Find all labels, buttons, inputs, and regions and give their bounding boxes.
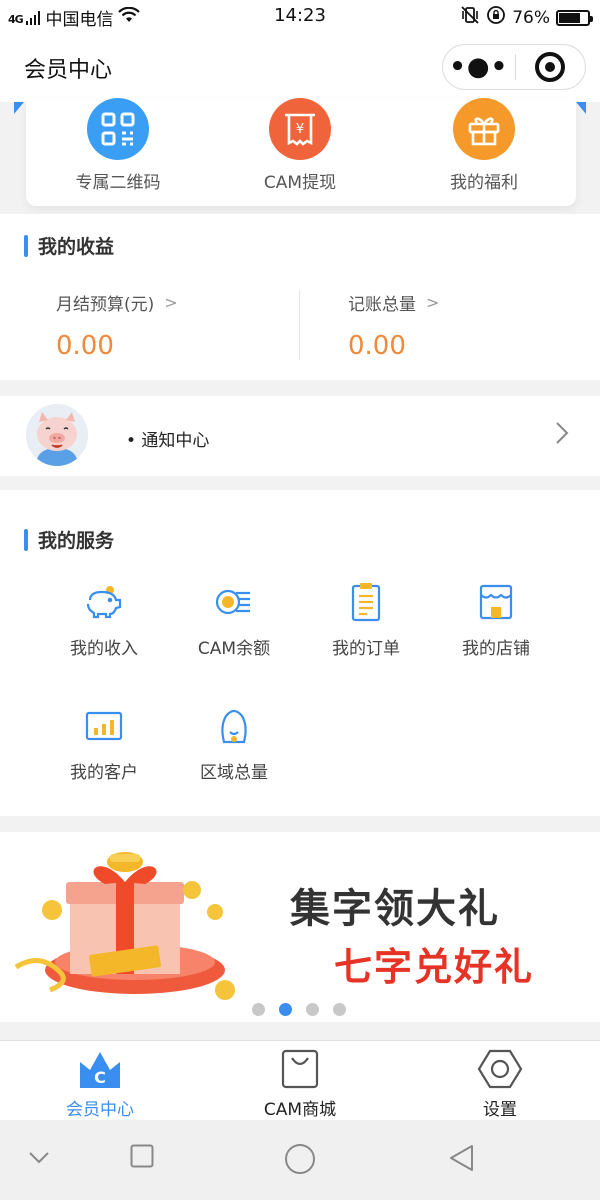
tab-member-center[interactable]: C 会员中心 [0, 1045, 200, 1120]
hex-nut-icon [400, 1045, 600, 1093]
gift-icon [453, 98, 515, 160]
notice-center-label[interactable]: • 通知中心 [126, 426, 209, 451]
chevron-right-icon: > [426, 293, 440, 312]
decor-corner-right [576, 102, 586, 114]
gift-box-illustration [14, 852, 235, 1000]
receipt-yen-icon: ¥ [269, 98, 331, 160]
carousel-dot[interactable] [306, 1003, 319, 1016]
earnings-title: 我的收益 [24, 232, 114, 259]
quick-action-label: CAM提现 [263, 173, 337, 193]
billing-total-value: 0.00 [348, 331, 406, 361]
tab-label: 设置 [483, 1100, 517, 1120]
service-cam-balance[interactable]: CAM余额 [179, 578, 289, 659]
battery-percent: 76% [512, 7, 550, 28]
quick-action-cam-withdraw[interactable]: ¥ CAM提现 [230, 98, 370, 193]
region-icon [210, 702, 258, 750]
qrcode-icon [87, 98, 149, 160]
chevron-right-icon[interactable] [554, 420, 570, 450]
mini-program-capsule: •●• [442, 44, 586, 90]
service-label: 我的店铺 [462, 639, 530, 659]
home-button[interactable] [284, 1143, 316, 1179]
page-title: 会员中心 [24, 58, 113, 83]
recent-apps-button[interactable] [130, 1144, 154, 1172]
crown-c-icon: C [0, 1045, 200, 1093]
target-icon [535, 52, 566, 82]
services-title-text: 我的服务 [38, 530, 115, 552]
svg-text:C: C [94, 1068, 106, 1087]
tab-label: 会员中心 [66, 1100, 134, 1120]
banner-headline: 集字领大礼 [290, 886, 500, 932]
monthly-budget-label: 月结预算(元) > [56, 290, 178, 315]
shop-icon [472, 578, 520, 626]
status-bar: 4G 中国电信 14:23 76% [0, 0, 600, 32]
chevron-right-icon: > [164, 293, 178, 312]
service-label: CAM余额 [197, 639, 271, 659]
quick-actions-card: 专属二维码 ¥ CAM提现 我的福利 [26, 98, 576, 206]
service-label: 我的收入 [70, 639, 138, 659]
service-label: 区域总量 [200, 763, 268, 783]
monthly-budget-label-text: 月结预算(元) [56, 295, 155, 315]
order-list-icon [342, 578, 390, 626]
banner-subheadline: 七字兑好礼 [334, 945, 535, 989]
billing-total-item[interactable]: 记账总量 > 0.00 [348, 290, 439, 361]
piggy-bank-icon [80, 578, 128, 626]
monthly-budget-value: 0.00 [56, 331, 114, 361]
system-navigation-bar [0, 1120, 600, 1200]
chevron-down-icon[interactable] [28, 1150, 50, 1169]
services-title: 我的服务 [24, 526, 114, 553]
notice-row[interactable] [0, 396, 600, 476]
carousel-dot[interactable] [333, 1003, 346, 1016]
earnings-divider [299, 290, 300, 360]
rotation-lock-icon [486, 5, 506, 30]
title-accent-bar [24, 234, 28, 257]
quick-action-label: 专属二维码 [75, 173, 161, 193]
carousel-dot[interactable] [252, 1003, 265, 1016]
service-my-orders[interactable]: 我的订单 [311, 578, 421, 659]
tab-label: CAM商城 [263, 1100, 337, 1120]
quick-action-welfare[interactable]: 我的福利 [414, 98, 554, 193]
service-label: 我的客户 [70, 763, 138, 783]
service-label: 我的订单 [332, 639, 400, 659]
vibrate-off-icon [460, 6, 480, 29]
shopping-bag-icon [200, 1045, 400, 1093]
billing-total-label: 记账总量 > [348, 290, 439, 315]
carousel-indicator [252, 1003, 346, 1016]
bar-chart-icon [80, 702, 128, 750]
service-my-income[interactable]: 我的收入 [49, 578, 159, 659]
carousel-dot-active[interactable] [279, 1003, 292, 1016]
more-dots-icon[interactable]: •●• [443, 54, 515, 80]
service-region-total[interactable]: 区域总量 [179, 702, 289, 783]
promo-banner[interactable]: 集字领大礼 七字兑好礼 [0, 832, 600, 1022]
earnings-title-text: 我的收益 [38, 236, 115, 258]
pig-avatar [26, 404, 88, 466]
navigation-bar: 会员中心 •●• [0, 32, 600, 102]
service-my-customers[interactable]: 我的客户 [49, 702, 159, 783]
battery-icon [556, 9, 593, 26]
svg-text:¥: ¥ [296, 122, 304, 137]
tab-settings[interactable]: 设置 [400, 1045, 600, 1120]
billing-total-label-text: 记账总量 [348, 295, 416, 315]
monthly-budget-item[interactable]: 月结预算(元) > 0.00 [56, 290, 178, 361]
quick-action-qrcode[interactable]: 专属二维码 [48, 98, 188, 193]
services-section: 我的服务 我的收入 CAM余额 我的订单 我的店铺 我的客户 区域总量 [0, 490, 600, 816]
coin-icon [210, 578, 258, 626]
decor-corner-left [14, 102, 24, 114]
service-my-shop[interactable]: 我的店铺 [441, 578, 551, 659]
back-button[interactable] [448, 1144, 474, 1176]
status-right: 76% [460, 5, 593, 30]
tab-bar: C 会员中心 CAM商城 设置 [0, 1040, 600, 1120]
title-accent-bar [24, 528, 28, 551]
close-capsule-button[interactable] [516, 52, 586, 82]
quick-action-label: 我的福利 [450, 173, 518, 193]
earnings-section: 我的收益 月结预算(元) > 0.00 记账总量 > 0.00 [0, 214, 600, 380]
tab-cam-mall[interactable]: CAM商城 [200, 1045, 400, 1120]
